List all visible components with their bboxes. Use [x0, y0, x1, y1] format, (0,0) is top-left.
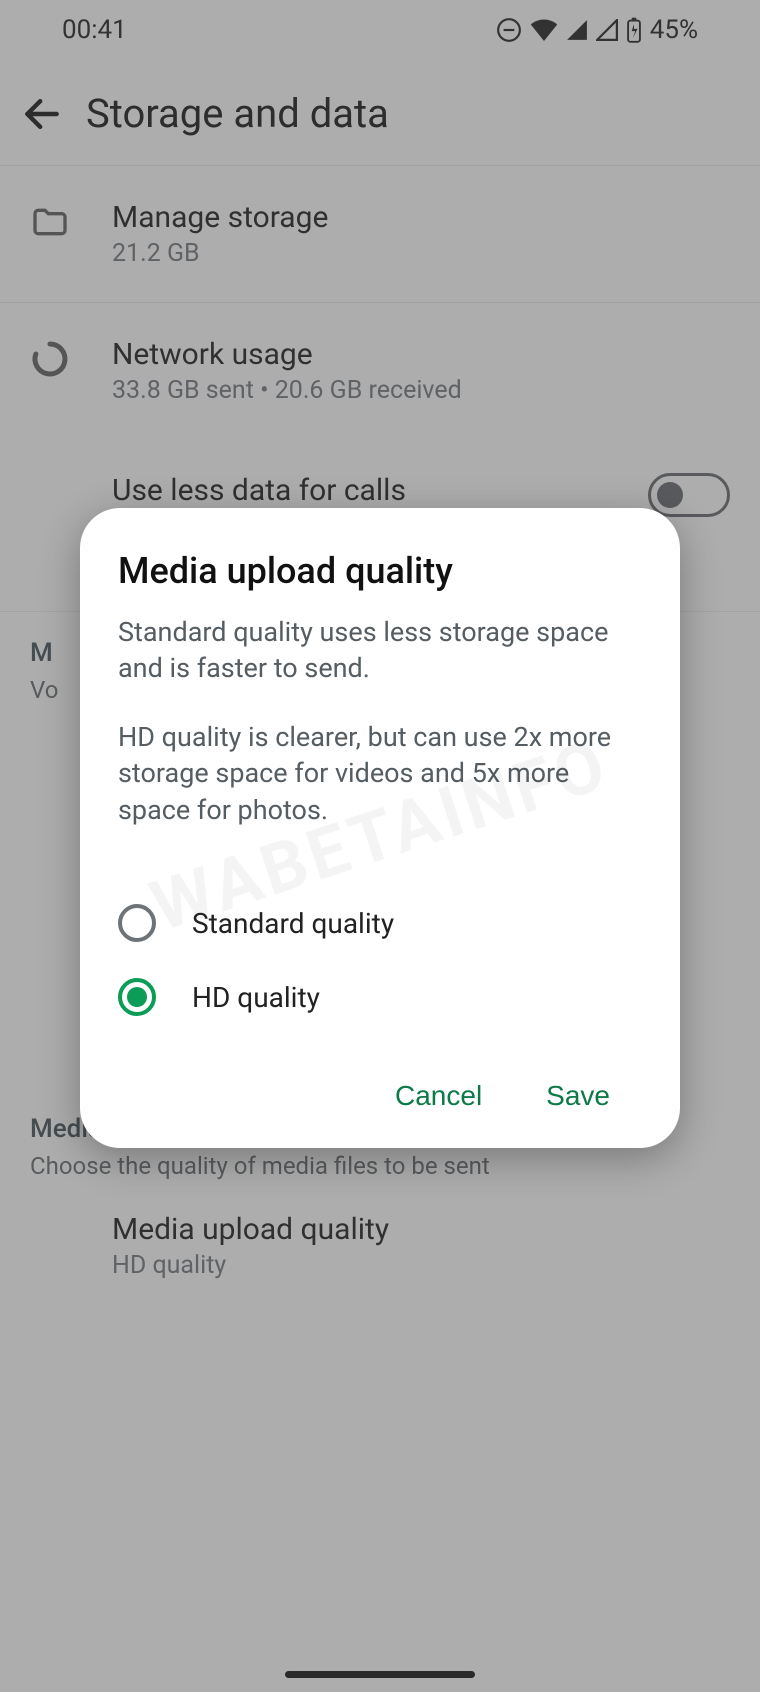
dialog-body-2: HD quality is clearer, but can use 2x mo… — [118, 719, 642, 828]
dialog-body-1: Standard quality uses less storage space… — [118, 614, 642, 687]
dialog-body: Standard quality uses less storage space… — [118, 614, 642, 828]
radio-label: HD quality — [192, 981, 320, 1014]
nav-handle[interactable] — [285, 1671, 475, 1678]
dialog-actions: Cancel Save — [118, 1074, 642, 1118]
cancel-button[interactable]: Cancel — [391, 1074, 486, 1118]
media-upload-quality-dialog: WABETAINFO Media upload quality Standard… — [80, 508, 680, 1148]
radio-option-hd[interactable]: HD quality — [118, 960, 642, 1034]
radio-group: Standard quality HD quality — [118, 886, 642, 1034]
save-button[interactable]: Save — [542, 1074, 614, 1118]
radio-label: Standard quality — [192, 907, 394, 940]
radio-option-standard[interactable]: Standard quality — [118, 886, 642, 960]
radio-icon — [118, 904, 156, 942]
radio-icon — [118, 978, 156, 1016]
dialog-title: Media upload quality — [118, 550, 642, 592]
